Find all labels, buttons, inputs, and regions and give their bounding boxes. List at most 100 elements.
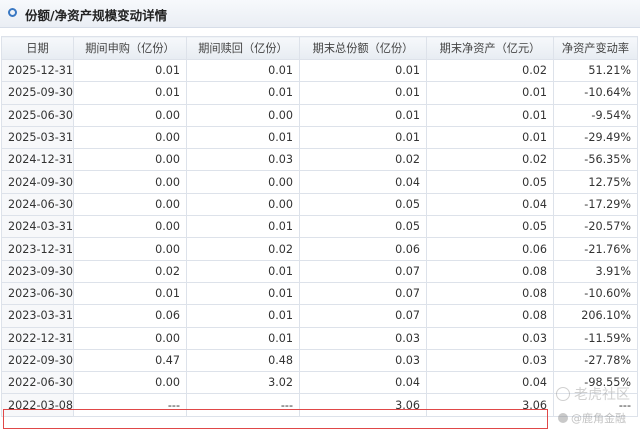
cell-date: 2023-09-30 (1, 259, 74, 283)
cell-date: 2024-03-31 (1, 215, 74, 239)
cell-purchase: 0.01 (73, 81, 187, 105)
cell-purchase: 0.47 (73, 348, 187, 373)
watermark-secondary: @鹿角金融 (558, 410, 626, 426)
cell-total-shares: 0.04 (299, 170, 427, 194)
cell-date: 2022-06-30 (1, 371, 74, 395)
cell-change-rate: -56.35% (553, 148, 638, 172)
cell-date: 2023-06-30 (1, 281, 74, 306)
table-row: 2024-06-30 0.00 0.00 0.05 0.04 -17.29% (1, 192, 638, 217)
table-row: 2023-06-30 0.01 0.01 0.07 0.08 -10.60% (1, 281, 638, 306)
cell-change-rate: 206.10% (553, 304, 638, 328)
cell-change-rate: 51.21% (553, 58, 638, 83)
cell-net-assets: 3.06 (426, 393, 554, 417)
cell-net-assets: 0.01 (426, 103, 554, 127)
cell-purchase: --- (73, 393, 187, 417)
cell-purchase: 0.00 (73, 148, 187, 172)
cell-change-rate: -27.78% (553, 348, 638, 373)
table-row: 2022-12-31 0.00 0.01 0.03 0.03 -11.59% (1, 326, 638, 350)
cell-purchase: 0.00 (73, 326, 187, 350)
cell-total-shares: 0.06 (299, 237, 427, 261)
table-row: 2023-12-31 0.00 0.02 0.06 0.06 -21.76% (1, 237, 638, 261)
circle-bullet-icon (8, 8, 17, 17)
cell-net-assets: 0.03 (426, 348, 554, 373)
cell-date: 2024-09-30 (1, 170, 74, 194)
table-row: 2024-09-30 0.00 0.00 0.04 0.05 12.75% (1, 170, 638, 194)
cell-total-shares: 0.03 (299, 348, 427, 373)
cell-redemption: 0.00 (186, 170, 300, 194)
cell-net-assets: 0.03 (426, 326, 554, 350)
cell-total-shares: 3.06 (299, 393, 427, 417)
cell-change-rate: -20.57% (553, 215, 638, 239)
cell-purchase: 0.00 (73, 103, 187, 127)
column-header-net-assets: 期末净资产（亿元） (426, 36, 554, 60)
cell-purchase: 0.00 (73, 215, 187, 239)
cell-total-shares: 0.02 (299, 148, 427, 172)
cell-date: 2025-03-31 (1, 125, 74, 150)
cell-redemption: 0.01 (186, 281, 300, 306)
section-title: 份额/净资产规模变动详情 (25, 8, 168, 23)
cell-purchase: 0.01 (73, 281, 187, 306)
cell-change-rate: -29.49% (553, 125, 638, 150)
cell-net-assets: 0.08 (426, 281, 554, 306)
table-row: 2025-03-31 0.00 0.01 0.01 0.01 -29.49% (1, 125, 638, 150)
cell-purchase: 0.00 (73, 192, 187, 217)
table-row: 2022-03-08 --- --- 3.06 3.06 --- (1, 393, 638, 417)
cell-total-shares: 0.01 (299, 81, 427, 105)
table-row: 2023-03-31 0.06 0.01 0.07 0.08 206.10% (1, 304, 638, 328)
cell-date: 2023-03-31 (1, 304, 74, 328)
cell-purchase: 0.06 (73, 304, 187, 328)
cell-redemption: 0.48 (186, 348, 300, 373)
cell-redemption: 0.01 (186, 326, 300, 350)
table-header-row: 日期 期间申购（亿份） 期间赎回（亿份） 期末总份额（亿份） 期末净资产（亿元）… (1, 36, 638, 60)
cell-total-shares: 0.05 (299, 215, 427, 239)
cell-net-assets: 0.02 (426, 58, 554, 83)
cell-change-rate: 12.75% (553, 170, 638, 194)
cell-change-rate: -21.76% (553, 237, 638, 261)
cell-redemption: 0.02 (186, 237, 300, 261)
column-header-date: 日期 (1, 36, 74, 60)
cell-net-assets: 0.05 (426, 215, 554, 239)
cell-redemption: 0.03 (186, 148, 300, 172)
cell-total-shares: 0.01 (299, 125, 427, 150)
table-row: 2022-09-30 0.47 0.48 0.03 0.03 -27.78% (1, 348, 638, 373)
cell-total-shares: 0.07 (299, 281, 427, 306)
cell-total-shares: 0.01 (299, 103, 427, 127)
cell-total-shares: 0.05 (299, 192, 427, 217)
table-row: 2024-12-31 0.00 0.03 0.02 0.02 -56.35% (1, 148, 638, 172)
cell-net-assets: 0.04 (426, 192, 554, 217)
cell-redemption: 0.01 (186, 81, 300, 105)
cell-change-rate: -10.64% (553, 81, 638, 105)
cell-redemption: 0.01 (186, 259, 300, 283)
cell-net-assets: 0.01 (426, 125, 554, 150)
table-row: 2022-06-30 0.00 3.02 0.04 0.04 -98.55% (1, 371, 638, 395)
table-row: 2025-12-31 0.01 0.01 0.01 0.02 51.21% (1, 58, 638, 83)
cell-change-rate: 3.91% (553, 259, 638, 283)
cell-redemption: 0.01 (186, 58, 300, 83)
tiger-logo-icon (556, 387, 570, 401)
cell-redemption: --- (186, 393, 300, 417)
cell-redemption: 0.01 (186, 304, 300, 328)
cell-net-assets: 0.05 (426, 170, 554, 194)
cell-purchase: 0.00 (73, 237, 187, 261)
cell-net-assets: 0.08 (426, 259, 554, 283)
cell-date: 2022-03-08 (1, 393, 74, 417)
cell-total-shares: 0.07 (299, 304, 427, 328)
cell-date: 2025-09-30 (1, 81, 74, 105)
cell-total-shares: 0.01 (299, 58, 427, 83)
cell-change-rate: -9.54% (553, 103, 638, 127)
cell-purchase: 0.00 (73, 125, 187, 150)
cell-net-assets: 0.04 (426, 371, 554, 395)
cell-total-shares: 0.03 (299, 326, 427, 350)
watermark-primary: 老虎社区 (556, 384, 630, 404)
column-header-total-shares: 期末总份额（亿份） (299, 36, 427, 60)
cell-purchase: 0.00 (73, 170, 187, 194)
cell-total-shares: 0.04 (299, 371, 427, 395)
cell-purchase: 0.00 (73, 371, 187, 395)
cell-redemption: 0.00 (186, 192, 300, 217)
cell-change-rate: -10.60% (553, 281, 638, 306)
cell-date: 2022-09-30 (1, 348, 74, 373)
table-row: 2025-06-30 0.00 0.00 0.01 0.01 -9.54% (1, 103, 638, 127)
column-header-purchase: 期间申购（亿份） (73, 36, 187, 60)
section-header: 份额/净资产规模变动详情 (0, 0, 640, 28)
cell-net-assets: 0.02 (426, 148, 554, 172)
